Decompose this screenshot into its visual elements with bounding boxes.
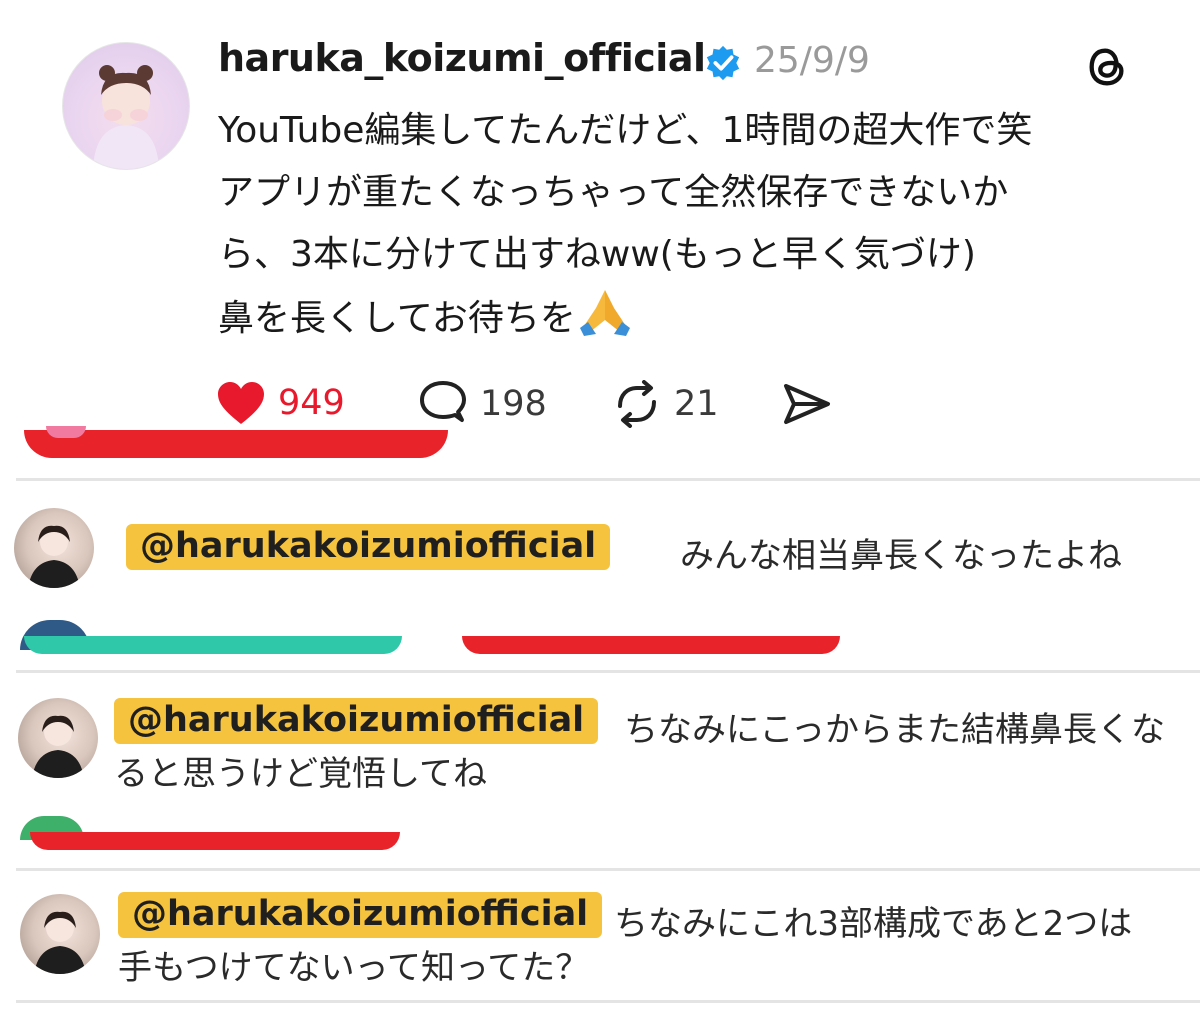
comment-avatar[interactable] — [18, 698, 98, 778]
cropped-bar — [24, 430, 448, 458]
heart-icon — [218, 382, 264, 424]
comment-text-line1: ちなみにこれ3部構成であと2つは — [614, 904, 1133, 944]
post-line-3: ら、3本に分けて出すねww(もっと早く気づけ) — [218, 234, 976, 275]
reply-button[interactable]: 198 — [418, 380, 547, 428]
comment-text-line1: ちなみにこっからまた結構鼻長くな — [624, 710, 1165, 750]
post-username[interactable]: haruka_koizumi_official — [218, 36, 706, 80]
cropped-bar — [30, 832, 400, 850]
share-button[interactable] — [782, 380, 832, 428]
avatar-portrait — [32, 715, 84, 778]
divider — [16, 670, 1200, 673]
mention-highlight[interactable]: @harukakoizumiofficial — [118, 892, 603, 938]
comment-text: みんな相当鼻長くなったよね — [680, 536, 1122, 576]
post-line-1: YouTube編集してたんだけど、1時間の超大作で笑 — [218, 110, 1033, 151]
cropped-bar — [24, 636, 402, 654]
post-actions: 949 198 21 — [0, 372, 1200, 436]
post-line-2: アプリが重たくなっちゃって全然保存できないか — [218, 172, 1009, 213]
divider — [16, 1000, 1200, 1003]
post-line-4: 鼻を長くしてお待ちを — [218, 286, 1158, 350]
repost-count: 21 — [674, 384, 719, 424]
cropped-bar — [462, 636, 840, 654]
comment-text-line2: 手もつけてないって知ってた？ — [118, 948, 590, 988]
avatar-portrait — [28, 525, 80, 588]
comment-icon — [420, 381, 466, 422]
post-avatar[interactable] — [62, 42, 190, 170]
comment-text-line2: ると思うけど覚悟してね — [114, 754, 487, 794]
avatar-portrait — [93, 65, 159, 169]
folded-hands-icon — [579, 290, 630, 336]
verified-badge-icon — [706, 45, 740, 81]
avatar-portrait — [34, 911, 86, 974]
repost-icon — [618, 380, 656, 428]
comment-avatar[interactable] — [14, 508, 94, 588]
cropped-avatar — [46, 426, 86, 438]
reply-count: 198 — [480, 384, 547, 424]
divider — [16, 478, 1200, 481]
repost-button[interactable]: 21 — [612, 380, 719, 428]
send-icon — [784, 384, 830, 424]
mention-highlight[interactable]: @harukakoizumiofficial — [114, 698, 599, 744]
divider — [16, 868, 1200, 871]
post-body: YouTube編集してたんだけど、1時間の超大作で笑 アプリが重たくなっちゃって… — [218, 100, 1158, 350]
post-line-4-text: 鼻を長くしてお待ちを — [218, 298, 576, 339]
like-count: 949 — [278, 383, 345, 423]
mention-highlight[interactable]: @harukakoizumiofficial — [126, 524, 611, 570]
post-date: 25/9/9 — [754, 40, 870, 81]
comment-avatar[interactable] — [20, 894, 100, 974]
threads-logo-icon[interactable] — [1084, 44, 1130, 90]
like-button[interactable]: 949 — [216, 380, 345, 426]
